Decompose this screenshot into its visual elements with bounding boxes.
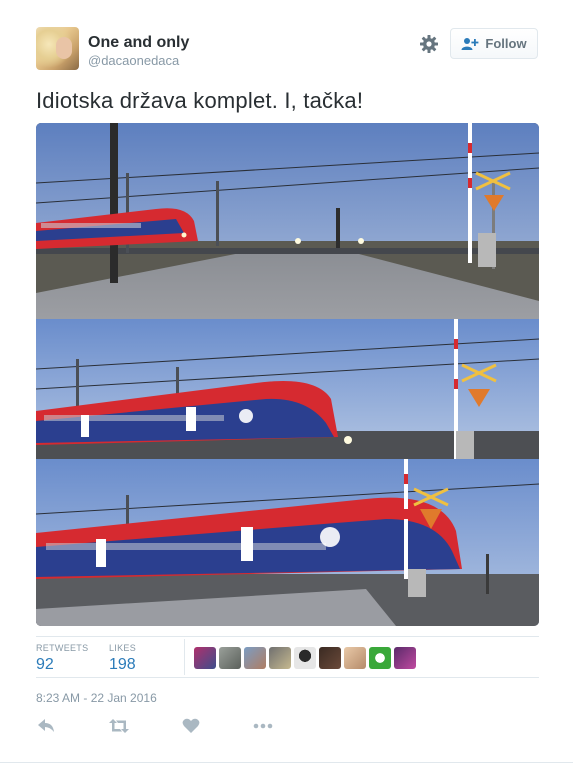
tweet-stats: RETWEETS 92 LIKES 198 xyxy=(36,636,539,678)
retweet-icon[interactable] xyxy=(108,716,130,736)
liker-avatar[interactable] xyxy=(369,647,391,669)
person-plus-icon xyxy=(461,37,479,50)
divider xyxy=(0,762,573,763)
liker-avatar[interactable] xyxy=(344,647,366,669)
liker-avatar[interactable] xyxy=(219,647,241,669)
avatar[interactable] xyxy=(36,27,79,70)
train-photo-image xyxy=(36,123,539,626)
tweet-photo[interactable] xyxy=(36,123,539,626)
photo-panel-1 xyxy=(36,123,539,319)
likes-count[interactable]: 198 xyxy=(109,656,136,674)
follow-button[interactable]: Follow xyxy=(450,28,538,59)
tweet-timestamp[interactable]: 8:23 AM - 22 Jan 2016 xyxy=(36,691,157,705)
heart-icon[interactable] xyxy=(181,716,201,736)
liker-avatar[interactable] xyxy=(394,647,416,669)
photo-panel-2 xyxy=(36,319,539,459)
user-display-name[interactable]: One and only xyxy=(88,34,189,52)
tweet-actions xyxy=(36,716,296,740)
retweets-count[interactable]: 92 xyxy=(36,656,54,674)
reply-icon[interactable] xyxy=(36,716,56,736)
liker-avatar[interactable] xyxy=(319,647,341,669)
liker-avatar[interactable] xyxy=(194,647,216,669)
liker-avatar[interactable] xyxy=(269,647,291,669)
liker-avatar[interactable] xyxy=(244,647,266,669)
likes-label: LIKES xyxy=(109,643,137,653)
retweets-label: RETWEETS xyxy=(36,643,89,653)
tweet-card: One and only @dacaonedaca Follow Idiotsk… xyxy=(0,0,573,765)
user-handle[interactable]: @dacaonedaca xyxy=(88,53,179,68)
follow-button-label: Follow xyxy=(485,36,527,51)
liker-avatars xyxy=(194,647,416,669)
liker-avatar[interactable] xyxy=(294,647,316,669)
tweet-text: Idiotska država komplet. I, tačka! xyxy=(36,88,364,113)
photo-panel-3 xyxy=(36,459,539,626)
more-dots-icon[interactable] xyxy=(252,716,274,736)
stats-divider xyxy=(184,639,185,675)
gear-icon[interactable] xyxy=(419,34,439,54)
